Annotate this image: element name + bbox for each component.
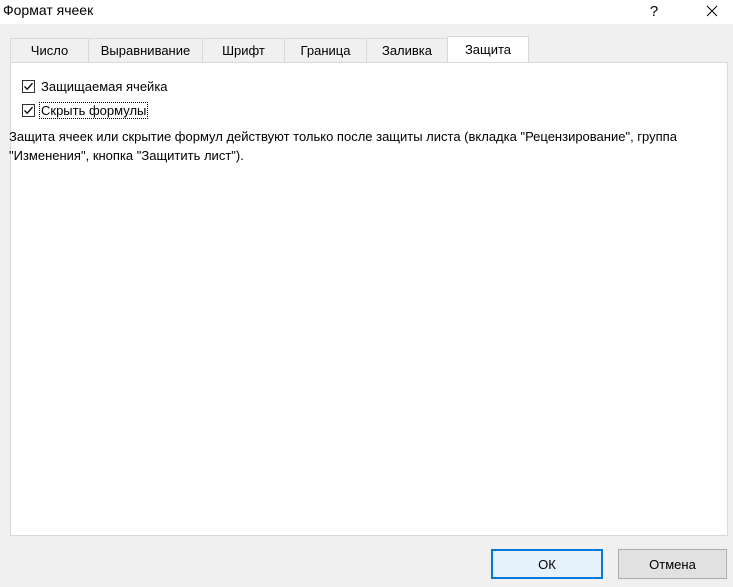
hidden-checkbox[interactable] <box>22 104 35 117</box>
tab-border[interactable]: Граница <box>284 38 367 62</box>
tab-fill[interactable]: Заливка <box>366 38 448 62</box>
protection-info-text: Защита ячеек или скрытие формул действую… <box>9 129 677 163</box>
cancel-button[interactable]: Отмена <box>618 549 727 579</box>
help-button[interactable]: ? <box>640 0 668 22</box>
locked-checkbox-label: Защищаемая ячейка <box>41 79 168 94</box>
tab-alignment[interactable]: Выравнивание <box>88 38 203 62</box>
close-icon <box>706 5 718 17</box>
hidden-checkbox-row[interactable]: Скрыть формулы <box>22 102 149 119</box>
checkmark-icon <box>24 82 33 91</box>
tab-font[interactable]: Шрифт <box>202 38 285 62</box>
ok-button[interactable]: ОК <box>491 549 603 579</box>
window-title: Формат ячеек <box>3 2 94 18</box>
hidden-checkbox-label: Скрыть формулы <box>38 102 149 119</box>
close-button[interactable] <box>697 0 727 22</box>
locked-checkbox-row[interactable]: Защищаемая ячейка <box>22 79 169 94</box>
tab-protection[interactable]: Защита <box>447 36 529 62</box>
format-cells-dialog: Формат ячеек ? Число Выравнивание Шрифт … <box>0 0 733 587</box>
checkmark-icon <box>24 106 33 115</box>
tab-number[interactable]: Число <box>10 38 89 62</box>
help-icon: ? <box>649 2 659 20</box>
tab-strip: Число Выравнивание Шрифт Граница Заливка… <box>10 36 529 62</box>
locked-checkbox[interactable] <box>22 80 35 93</box>
protection-panel: Защищаемая ячейка Скрыть формулы Защита … <box>9 62 728 536</box>
title-bar: Формат ячеек ? <box>0 0 733 24</box>
